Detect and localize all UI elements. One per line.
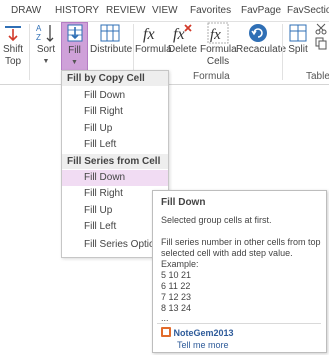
svg-text:fx: fx: [173, 26, 185, 43]
tab-history[interactable]: HISTORY: [55, 5, 99, 16]
menu-item-copy-fill-down[interactable]: Fill Down: [62, 88, 168, 104]
sort-icon: A Z: [33, 22, 59, 44]
tab-view[interactable]: VIEW: [152, 5, 178, 16]
tables-group-label: Tables: [306, 71, 329, 82]
tooltip-brand-name: NoteGem2013: [173, 328, 234, 338]
tooltip-description: Selected group cells at first.: [161, 215, 272, 225]
tooltip-example-label: Example:: [161, 259, 199, 269]
tell-me-more-link[interactable]: Tell me more: [177, 340, 229, 350]
menu-item-copy-fill-up[interactable]: Fill Up: [62, 121, 168, 137]
menu-item-copy-fill-left[interactable]: Fill Left: [62, 137, 168, 153]
formula-cells-label-1: Formula: [200, 44, 237, 55]
menu-item-copy-fill-right[interactable]: Fill Right: [62, 104, 168, 120]
formula-cells-button[interactable]: fx Formula Cells: [200, 22, 237, 68]
sort-label: Sort: [36, 44, 56, 55]
shift-top-label-2: Top: [4, 56, 22, 67]
tooltip-example-row: 7 12 23: [161, 292, 192, 302]
tab-favpage[interactable]: FavPage: [241, 5, 281, 16]
tooltip-body-line-2: selected cell with add step value.: [161, 248, 293, 258]
svg-text:Z: Z: [36, 33, 41, 42]
formula-button[interactable]: fx Formula: [135, 22, 172, 56]
sort-button[interactable]: A Z Sort ▼: [33, 22, 59, 68]
tooltip-example-row: 5 10 21: [161, 270, 192, 280]
tab-favorites[interactable]: Favorites: [190, 5, 231, 16]
split-label: Split: [288, 44, 308, 55]
recalculate-icon: [236, 22, 280, 44]
svg-text:fx: fx: [210, 27, 221, 43]
fill-down-tooltip: Fill Down Selected group cells at first.…: [152, 190, 327, 353]
function-icon: fx: [135, 22, 168, 44]
split-button[interactable]: Split: [286, 22, 310, 56]
recaculate-label: Recaculate: [236, 44, 287, 55]
svg-text:A: A: [36, 24, 42, 33]
notegem-logo-icon: [161, 327, 174, 338]
formula-cells-icon: fx: [200, 22, 236, 44]
formula-label: Formula: [135, 44, 172, 55]
copy-icon[interactable]: [313, 36, 329, 50]
tab-favsection[interactable]: FavSection: [287, 5, 329, 16]
table-tools-buttons[interactable]: [313, 22, 329, 50]
fill-icon: [62, 23, 87, 45]
distribute-button[interactable]: Distribute: [90, 22, 133, 56]
formula-cells-label-2: Cells: [206, 56, 230, 67]
tooltip-title: Fill Down: [161, 197, 206, 208]
tooltip-body-line-1: Fill series number in other cells from t…: [161, 237, 321, 247]
svg-text:fx: fx: [143, 26, 155, 43]
shift-top-button[interactable]: Shift Top: [0, 22, 26, 68]
fill-button[interactable]: Fill ▼: [61, 22, 88, 72]
tooltip-divider: [157, 323, 321, 324]
menu-header-copy: Fill by Copy Cell: [62, 71, 168, 86]
fill-dropdown-icon[interactable]: ▼: [62, 57, 87, 69]
tab-review[interactable]: REVIEW: [106, 5, 145, 16]
ribbon-separator: [29, 24, 30, 80]
shift-top-icon: [0, 22, 26, 44]
scissors-icon[interactable]: [313, 22, 329, 36]
sort-dropdown-icon[interactable]: ▼: [33, 56, 59, 68]
delete-label: Delete: [168, 44, 197, 55]
tab-draw[interactable]: DRAW: [11, 5, 41, 16]
distribute-label: Distribute: [90, 44, 133, 55]
delete-formula-button[interactable]: fx Delete: [168, 22, 197, 56]
split-icon: [286, 22, 310, 44]
formula-group-label: Formula: [193, 71, 230, 82]
ribbon-separator: [282, 24, 283, 80]
tooltip-example-row: 6 11 22: [161, 281, 191, 291]
menu-item-series-fill-down[interactable]: Fill Down: [62, 170, 168, 186]
distribute-icon: [90, 22, 130, 44]
menu-header-series: Fill Series from Cell: [62, 154, 168, 169]
ribbon-tabs: DRAW HISTORY REVIEW VIEW Favorites FavPa…: [0, 0, 329, 21]
tooltip-brand: NoteGem2013: [161, 327, 234, 338]
delete-function-icon: fx: [168, 22, 196, 44]
fill-label: Fill: [68, 45, 81, 56]
shift-top-label-1: Shift: [2, 44, 23, 55]
recaculate-button[interactable]: Recaculate: [236, 22, 287, 56]
